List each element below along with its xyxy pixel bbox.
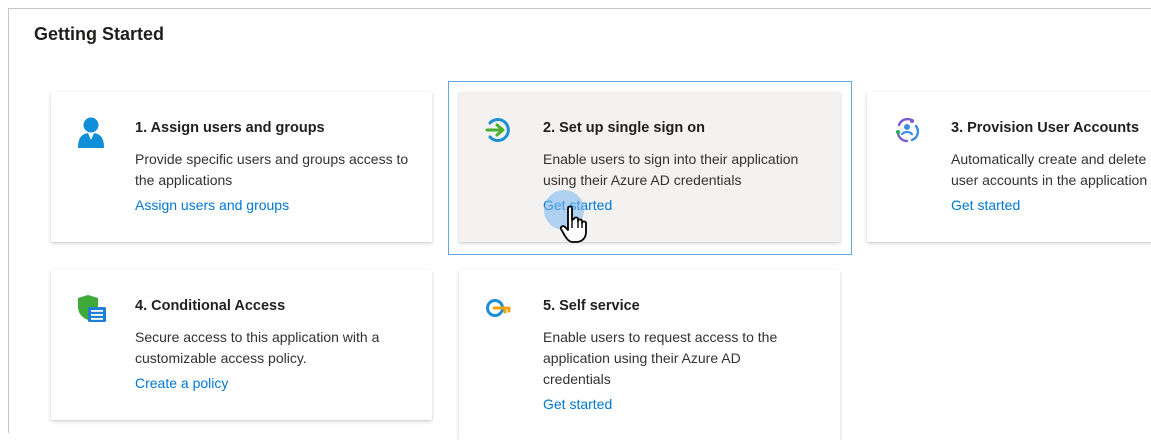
hand-cursor-icon	[559, 204, 590, 244]
panel-left-border	[8, 8, 9, 433]
card-conditional-access[interactable]: 4. Conditional Access Secure access to t…	[51, 270, 432, 420]
sign-in-icon	[485, 116, 513, 144]
card-title: 5. Self service	[543, 298, 640, 314]
card-description: Enable users to sign into their applicat…	[543, 151, 799, 188]
shield-list-icon	[77, 294, 106, 322]
card-assign-users[interactable]: 1. Assign users and groups Provide speci…	[51, 92, 432, 242]
card-description: Secure access to this application with a…	[135, 329, 380, 366]
user-icon	[77, 116, 105, 148]
card-title: 3. Provision User Accounts	[951, 120, 1140, 136]
provisioning-icon	[893, 116, 921, 144]
card-title: 4. Conditional Access	[135, 298, 286, 314]
create-policy-link[interactable]: Create a policy	[135, 375, 228, 391]
section-title: Getting Started	[34, 24, 165, 44]
assign-users-link[interactable]: Assign users and groups	[135, 197, 289, 213]
card-title: 2. Set up single sign on	[543, 120, 705, 136]
card-description: Provide specific users and groups access…	[135, 151, 409, 188]
self-service-get-started-link[interactable]: Get started	[543, 396, 612, 412]
card-description: Enable users to request access to the ap…	[543, 329, 778, 387]
card-title: 1. Assign users and groups	[135, 120, 325, 136]
card-single-sign-on[interactable]: 2. Set up single sign on Enable users to…	[459, 92, 840, 242]
card-self-service[interactable]: 5. Self service Enable users to request …	[459, 270, 840, 440]
panel-top-border	[8, 8, 1151, 9]
card-description: Automatically create and delete user acc…	[951, 151, 1148, 188]
card-provision-accounts[interactable]: 3. Provision User Accounts Automatically…	[867, 92, 1151, 242]
provision-get-started-link[interactable]: Get started	[951, 197, 1020, 213]
key-icon	[485, 294, 513, 322]
